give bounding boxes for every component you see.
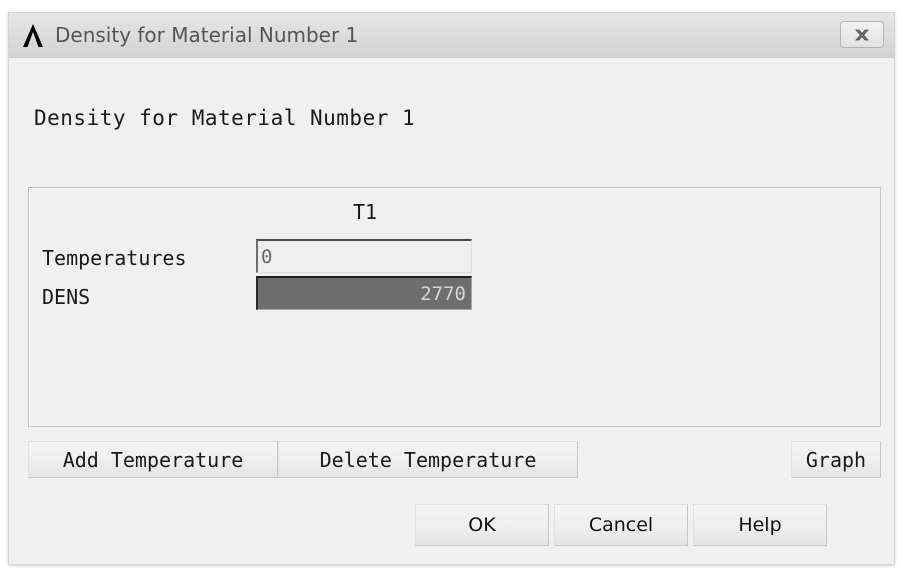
delete-temperature-button[interactable]: Delete Temperature	[278, 441, 578, 478]
temperature-table-group: T1 Temperatures 0 DENS 2770	[28, 187, 881, 427]
title-bar[interactable]: Density for Material Number 1	[9, 13, 894, 58]
dialog-window: Density for Material Number 1 Density fo…	[8, 12, 895, 565]
add-temperature-button[interactable]: Add Temperature	[28, 441, 278, 478]
row-label-temperatures: Temperatures	[42, 246, 187, 270]
window-title: Density for Material Number 1	[55, 23, 359, 47]
ansys-lambda-icon	[19, 22, 47, 49]
close-icon[interactable]	[840, 21, 884, 48]
dens-input[interactable]: 2770	[256, 276, 472, 310]
dialog-body: Density for Material Number 1 T1 Tempera…	[9, 58, 894, 564]
cancel-button[interactable]: Cancel	[554, 504, 688, 546]
page-title: Density for Material Number 1	[34, 106, 416, 130]
help-button[interactable]: Help	[693, 504, 827, 546]
graph-button[interactable]: Graph	[791, 441, 881, 478]
row-label-dens: DENS	[42, 285, 91, 309]
ok-button[interactable]: OK	[415, 504, 549, 546]
column-header-t1: T1	[352, 200, 378, 224]
temperature-input[interactable]: 0	[256, 239, 472, 273]
